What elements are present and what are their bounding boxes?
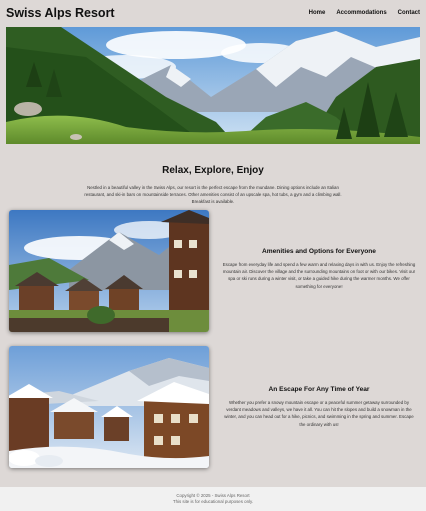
summer-chalet-illustration (9, 210, 209, 332)
feature-amenities-text: Escape from everyday life and spend a fe… (222, 262, 416, 289)
footer-note: This site is for educational purposes on… (172, 499, 254, 504)
feature-amenities-title: Amenities and Options for Everyone (262, 248, 376, 255)
winter-village-photo (9, 346, 209, 468)
site-footer: Copyright © 2025 - Swiss Alps Resort Thi… (0, 487, 426, 511)
winter-chalet-illustration (9, 346, 209, 468)
summer-village-photo (9, 210, 209, 332)
feature-seasons: An Escape For Any Time of Year Whether y… (222, 386, 416, 428)
alpine-landscape-illustration (6, 27, 420, 144)
hero-image (6, 27, 420, 144)
site-header: Swiss Alps Resort Home Accommodations Co… (0, 0, 426, 27)
nav-accommodations-link[interactable]: Accommodations (336, 10, 386, 16)
nav-contact-link[interactable]: Contact (398, 10, 420, 16)
main-nav: Home Accommodations Contact (309, 10, 420, 16)
intro-heading: Relax, Explore, Enjoy (162, 165, 264, 176)
feature-amenities: Amenities and Options for Everyone Escap… (222, 248, 416, 290)
feature-seasons-title: An Escape For Any Time of Year (268, 386, 370, 393)
feature-seasons-text: Whether you prefer a snowy mountain esca… (224, 400, 414, 427)
nav-home-link[interactable]: Home (309, 10, 326, 16)
intro-paragraph: Nestled in a beautiful valley in the Swi… (84, 185, 342, 205)
site-logo[interactable]: Swiss Alps Resort (6, 6, 115, 20)
